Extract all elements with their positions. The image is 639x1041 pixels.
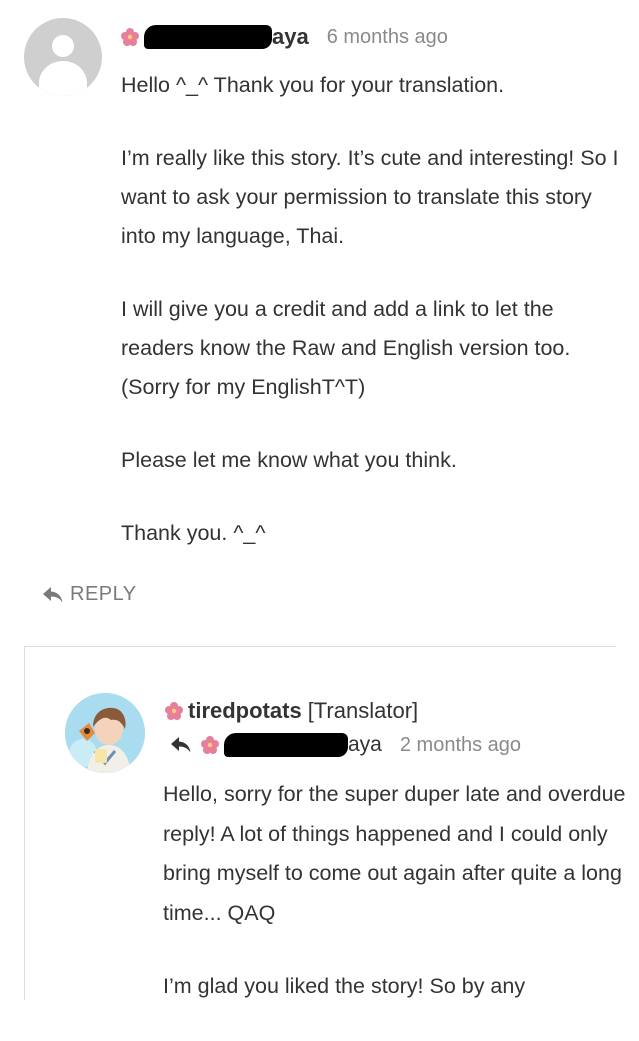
- comment-paragraph: I will give you a credit and add a link …: [121, 297, 571, 399]
- reply-arrow-icon: [171, 737, 191, 753]
- in-reply-to-author[interactable]: aya: [348, 733, 382, 757]
- thread-divider: [24, 646, 616, 647]
- reply-label: REPLY: [70, 583, 137, 605]
- comment-paragraph: Thank you. ^_^: [121, 521, 266, 545]
- thread-indent-line: [24, 646, 25, 1000]
- in-reply-to: aya 2 months ago: [170, 729, 521, 761]
- role-badge: [Translator]: [307, 698, 419, 723]
- reply-paragraph: I’m glad you liked the story! So by any: [163, 974, 526, 998]
- flower-icon: [165, 702, 183, 720]
- comment-author[interactable]: aya: [272, 24, 309, 50]
- reply-meta: tiredpotats [Translator]: [164, 695, 418, 727]
- reply-paragraph: Hello, sorry for the super duper late an…: [163, 782, 626, 925]
- avatar-placeholder[interactable]: [24, 18, 102, 96]
- user-placeholder-icon: [52, 35, 74, 57]
- comment-body: Hello ^_^ Thank you for your translation…: [121, 66, 621, 587]
- comment-paragraph: I’m really like this story. It’s cute an…: [121, 146, 619, 248]
- avatar[interactable]: [65, 693, 145, 773]
- comment-paragraph: Please let me know what you think.: [121, 448, 457, 472]
- reply-button[interactable]: REPLY: [42, 583, 137, 606]
- reply-author[interactable]: tiredpotats: [188, 698, 302, 724]
- comment-paragraph: Hello ^_^ Thank you for your translation…: [121, 73, 505, 97]
- redacted-author-name: [224, 733, 348, 757]
- comment-meta: aya 6 months ago: [120, 22, 448, 52]
- flower-icon: [121, 28, 139, 46]
- user-placeholder-body: [39, 61, 87, 96]
- reply-body: Hello, sorry for the super duper late an…: [163, 775, 633, 1041]
- flower-icon: [201, 736, 219, 754]
- reply-timestamp[interactable]: 2 months ago: [400, 734, 521, 757]
- avatar-illustration: [65, 693, 145, 773]
- comment-timestamp[interactable]: 6 months ago: [327, 26, 448, 49]
- redacted-author-name: [144, 25, 272, 49]
- reply-arrow-icon: [43, 586, 63, 602]
